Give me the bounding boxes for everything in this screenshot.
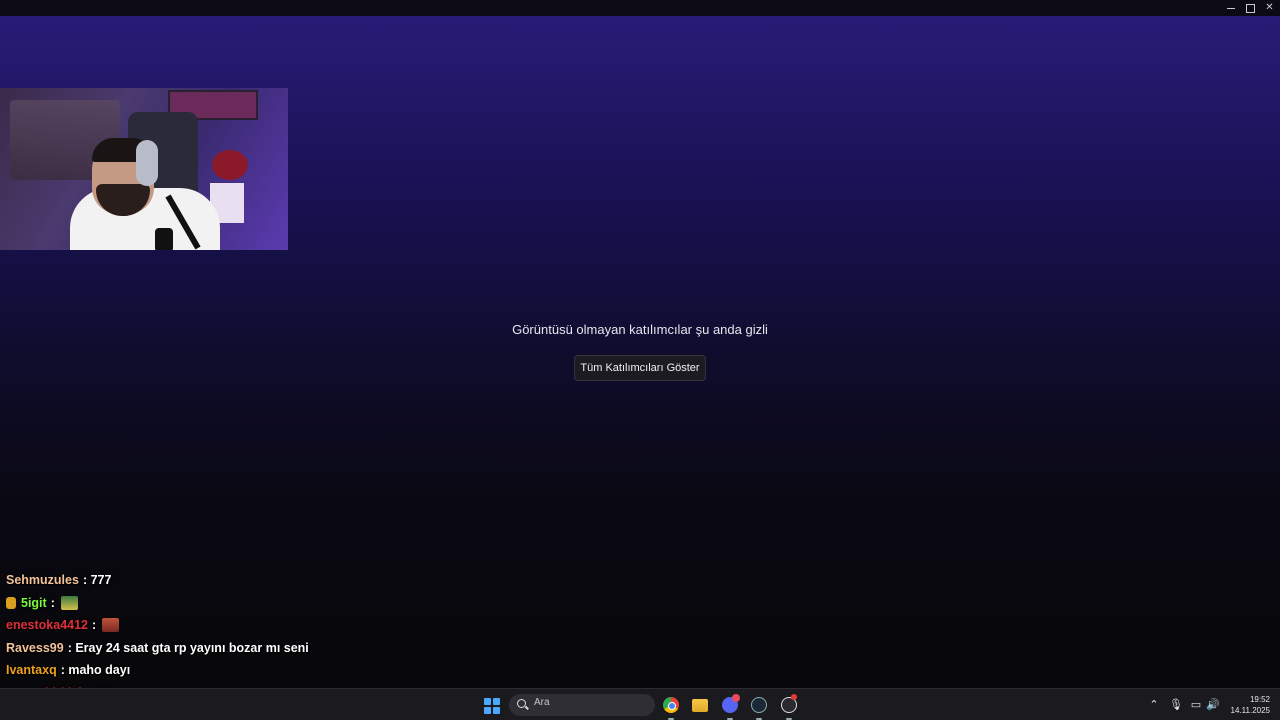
file-explorer-icon[interactable] <box>692 699 708 712</box>
car-emote <box>60 595 78 610</box>
taskbar: Ara ⌃ 🎙 ▭ 🔊 19:52 14.11.2025 <box>0 688 1280 720</box>
chat-text: : <box>50 595 55 610</box>
show-all-participants-button[interactable]: Tüm Katılımcıları Göster <box>574 355 706 381</box>
chat-message: Sehmuzules: 777 <box>6 569 426 592</box>
microphone-icon[interactable]: 🎙 <box>1169 699 1183 711</box>
taskbar-search[interactable]: Ara <box>509 694 655 716</box>
webcam-flowers <box>212 150 248 180</box>
chat-username[interactable]: enestoka4412 <box>6 614 88 636</box>
steam-icon[interactable] <box>751 697 767 713</box>
hidden-participants-message: Görüntüsü olmayan katılımcılar şu anda g… <box>512 322 768 337</box>
chat-message: Ivantaxq: maho dayı <box>6 659 426 682</box>
webcam-headset <box>136 140 158 186</box>
face-emote <box>102 618 120 633</box>
search-placeholder: Ara <box>534 697 550 708</box>
speaker-icon[interactable]: 🔊 <box>1206 699 1220 711</box>
chat-text: : Eray 24 saat gta rp yayını bozar mı se… <box>67 640 309 655</box>
webcam-microphone <box>155 228 173 250</box>
window-controls: ✕ <box>1227 1 1274 15</box>
system-clock[interactable]: 19:52 14.11.2025 <box>1226 694 1270 716</box>
chat-username[interactable]: Ravess99 <box>6 637 64 659</box>
clock-date: 14.11.2025 <box>1230 706 1270 715</box>
title-bar: ✕ <box>0 0 1280 16</box>
chevron-up-icon[interactable]: ⌃ <box>1148 699 1160 711</box>
chat-username[interactable]: 5igit <box>21 592 47 614</box>
chat-username[interactable]: Ivantaxq <box>6 659 57 681</box>
close-icon[interactable]: ✕ <box>1265 1 1274 15</box>
clock-time: 19:52 <box>1249 695 1270 704</box>
search-icon <box>517 699 526 708</box>
chat-message: Ravess99: Eray 24 saat gta rp yayını boz… <box>6 637 426 660</box>
chat-message: enestoka4412: <box>6 614 426 637</box>
webcam-overlay <box>0 88 288 250</box>
windows-start-icon[interactable] <box>484 698 500 714</box>
maximize-icon[interactable] <box>1246 1 1255 15</box>
chat-text: : <box>92 618 97 633</box>
chrome-icon[interactable] <box>663 697 679 713</box>
chat-message: 5igit: <box>6 592 426 615</box>
chat-username[interactable]: Sehmuzules <box>6 569 79 591</box>
chat-text: : maho dayı <box>60 663 131 678</box>
subscriber-badge-icon <box>6 596 16 609</box>
discord-notification-badge <box>732 694 740 702</box>
app-notification-badge <box>791 694 797 700</box>
minimize-icon[interactable] <box>1227 1 1236 15</box>
chat-text: : 777 <box>82 573 112 588</box>
display-icon[interactable]: ▭ <box>1190 699 1202 711</box>
